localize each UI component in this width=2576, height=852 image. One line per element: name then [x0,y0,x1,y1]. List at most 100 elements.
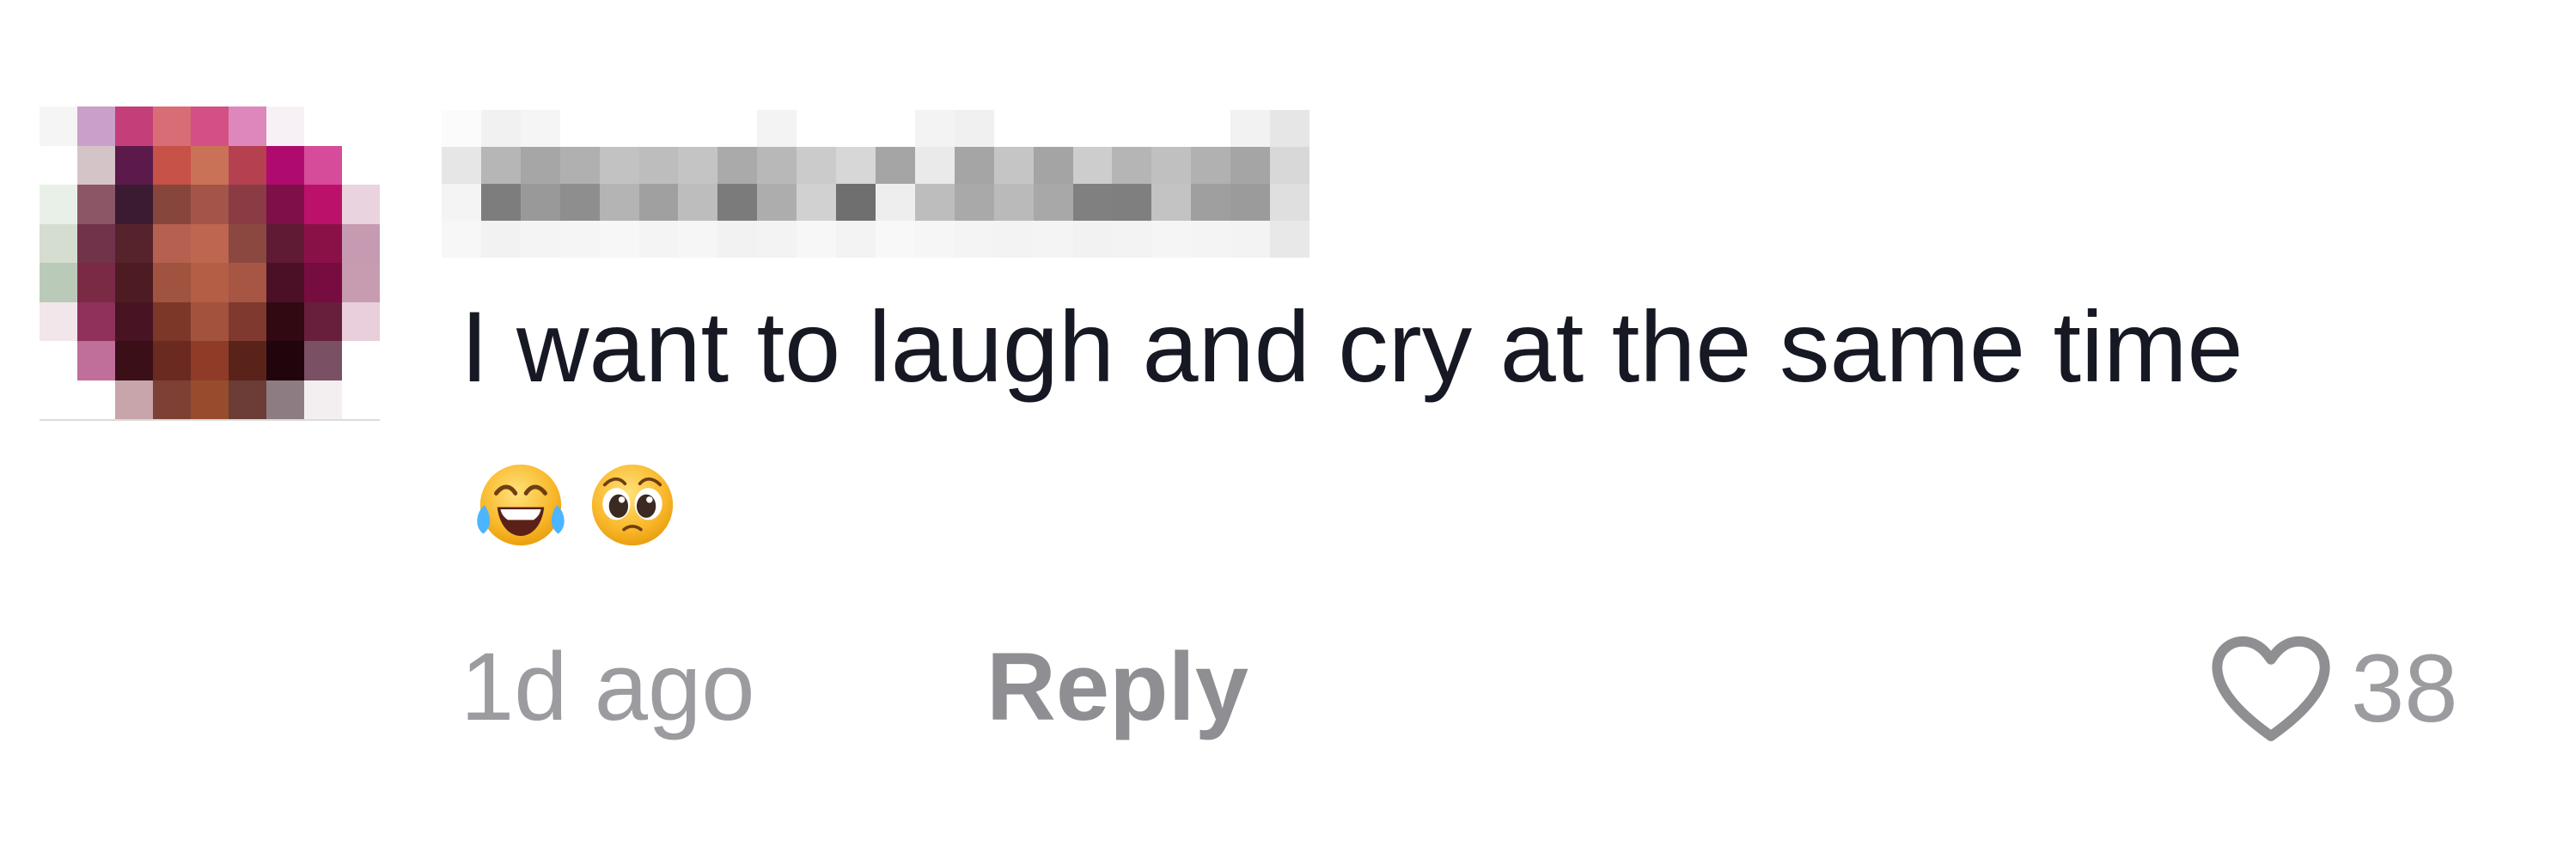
username-pixel [599,221,639,258]
like-count: 38 [2351,635,2458,742]
username-pixel [1151,147,1192,184]
avatar-pixel [229,301,266,341]
avatar-pixel [40,263,77,302]
avatar-pixel [191,341,229,380]
username-pixel [757,184,797,221]
username-pixel [480,221,521,258]
avatar[interactable] [40,106,380,421]
avatar-pixel [153,223,191,263]
username-pixel [599,184,639,221]
username-pixel [954,110,994,147]
username-pixel [876,184,915,221]
avatar-pixel [342,145,380,185]
username-pixel [914,110,955,147]
username-pixel [954,221,994,258]
username-pixel [717,184,758,221]
username-pixel [599,110,639,147]
avatar-pixel [266,185,304,224]
avatar-pixel [342,223,380,263]
avatar-pixel [304,223,342,263]
username-pixel [678,147,718,184]
like-button[interactable]: 38 [2207,629,2458,749]
avatar-pixel [304,185,342,224]
username-pixel [836,184,876,221]
avatar-pixel [266,380,304,419]
avatar-pixel [342,380,380,419]
username-pixel [520,147,560,184]
avatar-pixel [115,380,153,419]
username-pixel [1072,221,1113,258]
username-pixel [1191,184,1231,221]
username-pixel [1112,221,1152,258]
avatar-pixel [115,106,153,146]
avatar-pixel [266,301,304,341]
username-pixel [442,147,481,184]
username-pixel [520,184,560,221]
username-pixel [836,147,876,184]
avatar-pixel [77,263,115,302]
avatar-pixel [115,263,153,302]
avatar-pixel [266,106,304,146]
timestamp: 1d ago [461,633,755,740]
username-pixel [797,110,837,147]
username-pixel [717,221,758,258]
username-pixel [993,110,1034,147]
username-pixel [1112,110,1152,147]
avatar-pixel [153,341,191,380]
username-pixel [638,147,679,184]
avatar-pixel [115,223,153,263]
avatar-pixel [229,145,266,185]
avatar-pixel [266,223,304,263]
reply-button[interactable]: Reply [986,627,1248,747]
avatar-pixel [342,301,380,341]
avatar-pixel [77,223,115,263]
avatar-pixel [191,301,229,341]
username-pixel [1072,110,1113,147]
avatar-pixel [77,145,115,185]
avatar-pixel [40,301,77,341]
username-pixel [993,184,1034,221]
avatar-pixel [191,106,229,146]
username-pixel [993,221,1034,258]
username-pixel [1112,147,1152,184]
username-pixel [442,221,481,258]
avatar-pixel [342,106,380,146]
username-pixel [678,184,718,221]
username-pixel [559,221,600,258]
username-pixel [876,221,915,258]
username-pixel [717,147,758,184]
avatar-pixel [229,106,266,146]
username-pixel [638,110,679,147]
username-pixel [757,147,797,184]
avatar-pixel [40,185,77,224]
avatar-pixel [40,106,77,146]
username-pixel [1151,184,1192,221]
avatar-pixel [229,223,266,263]
username-pixel [480,184,521,221]
username-pixel [1230,221,1271,258]
username-pixel [638,184,679,221]
username-pixel [1033,110,1073,147]
username-pixel [559,184,600,221]
avatar-pixel [304,263,342,302]
avatar-pixel [153,145,191,185]
username-pixel [1033,147,1073,184]
avatar-pixel [342,341,380,380]
avatar-pixel [153,185,191,224]
avatar-pixel [229,263,266,302]
username-pixel [1270,221,1309,258]
username-pixel [1151,221,1192,258]
heart-icon[interactable] [2207,634,2335,744]
username-pixel [914,184,955,221]
username-pixel [914,221,955,258]
username[interactable] [442,110,1309,258]
avatar-pixel [191,145,229,185]
username-pixel [638,221,679,258]
avatar-pixel [304,106,342,146]
avatar-pixel [77,301,115,341]
avatar-pixel [191,263,229,302]
avatar-pixel [40,380,77,419]
avatar-pixel [153,263,191,302]
username-pixel [836,221,876,258]
username-pixel [797,221,837,258]
